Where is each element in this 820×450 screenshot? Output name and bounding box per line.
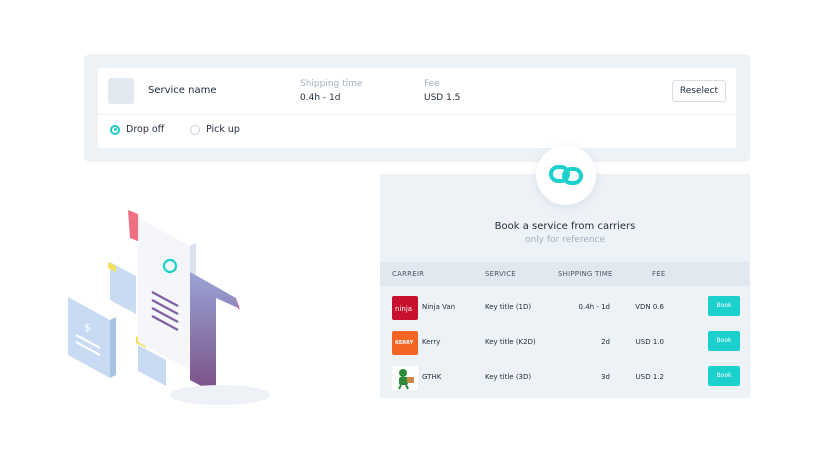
radio-pick-up[interactable]: Pick up [190,124,240,135]
col-carrier: CARREIR [392,270,425,278]
dollar-document-icon: $ [68,297,116,378]
radio-checked-icon[interactable] [110,124,120,135]
table-row: ninja Ninja Van Key title (1D) 0.4h - 1d… [380,290,750,324]
radio-pick-up-label: Pick up [206,124,240,135]
service-name: Service name [148,85,217,96]
bookmark [190,272,238,394]
col-service: SERVICE [485,270,516,278]
service-thumbnail [108,78,134,104]
booking-title: Book a service from carriers [494,221,636,232]
col-fee: FEE [652,270,666,278]
fee: USD 1.0 [635,338,664,346]
service-title: Key title (K2D) [485,338,536,346]
shipping-time-value: 0.4h - 1d [300,93,341,103]
service-panel: Service name Shipping time 0.4h - 1d Fee… [84,54,750,162]
link-badge [536,145,596,205]
fee: VDN 0.6 [635,303,664,311]
shipping-time: 3d [601,373,610,381]
shipping-illustration: $ [68,210,270,405]
carrier-name: GTHK [422,373,442,381]
book-button[interactable]: Book [708,366,740,386]
service-title: Key title (3D) [485,373,532,381]
radio-unchecked-icon[interactable] [190,124,200,135]
book-button[interactable]: Book [708,331,740,351]
booking-panel: Book a service from carriers only for re… [380,174,750,398]
shipping-time: 0.4h - 1d [578,303,610,311]
carrier-table-header: CARREIR SERVICE SHIPPING TIME FEE [380,262,750,286]
ninja-van-logo-icon: ninja [392,296,418,320]
radio-drop-off-label: Drop off [126,124,165,135]
gthk-courier-logo-icon [392,366,418,390]
fee-label: Fee [424,79,440,89]
fee: USD 1.2 [635,373,664,381]
shipping-time-label: Shipping time [300,79,363,89]
reselect-button[interactable]: Reselect [672,80,726,102]
card-divider [98,114,736,115]
table-row: GTHK Key title (3D) 3d USD 1.2 Book [380,360,750,394]
radio-drop-off[interactable]: Drop off [110,124,164,135]
carrier-name: Kerry [422,338,441,346]
svg-text:$: $ [84,321,91,334]
book-button[interactable]: Book [708,296,740,316]
kerry-logo-icon: KERRY [392,331,418,355]
table-row: KERRY Kerry Key title (K2D) 2d USD 1.0 B… [380,325,750,359]
svg-text:KERRY: KERRY [395,340,414,346]
service-card: Service name Shipping time 0.4h - 1d Fee… [98,68,736,148]
carrier-name: Ninja Van [422,303,456,311]
svg-text:ninja: ninja [395,305,412,313]
booking-subtitle: only for reference [524,235,606,245]
fee-value: USD 1.5 [424,93,461,103]
shipping-time: 2d [601,338,610,346]
chain-link-icon [549,165,583,185]
col-shipping-time: SHIPPING TIME [558,270,613,278]
service-title: Key title (1D) [485,303,532,311]
